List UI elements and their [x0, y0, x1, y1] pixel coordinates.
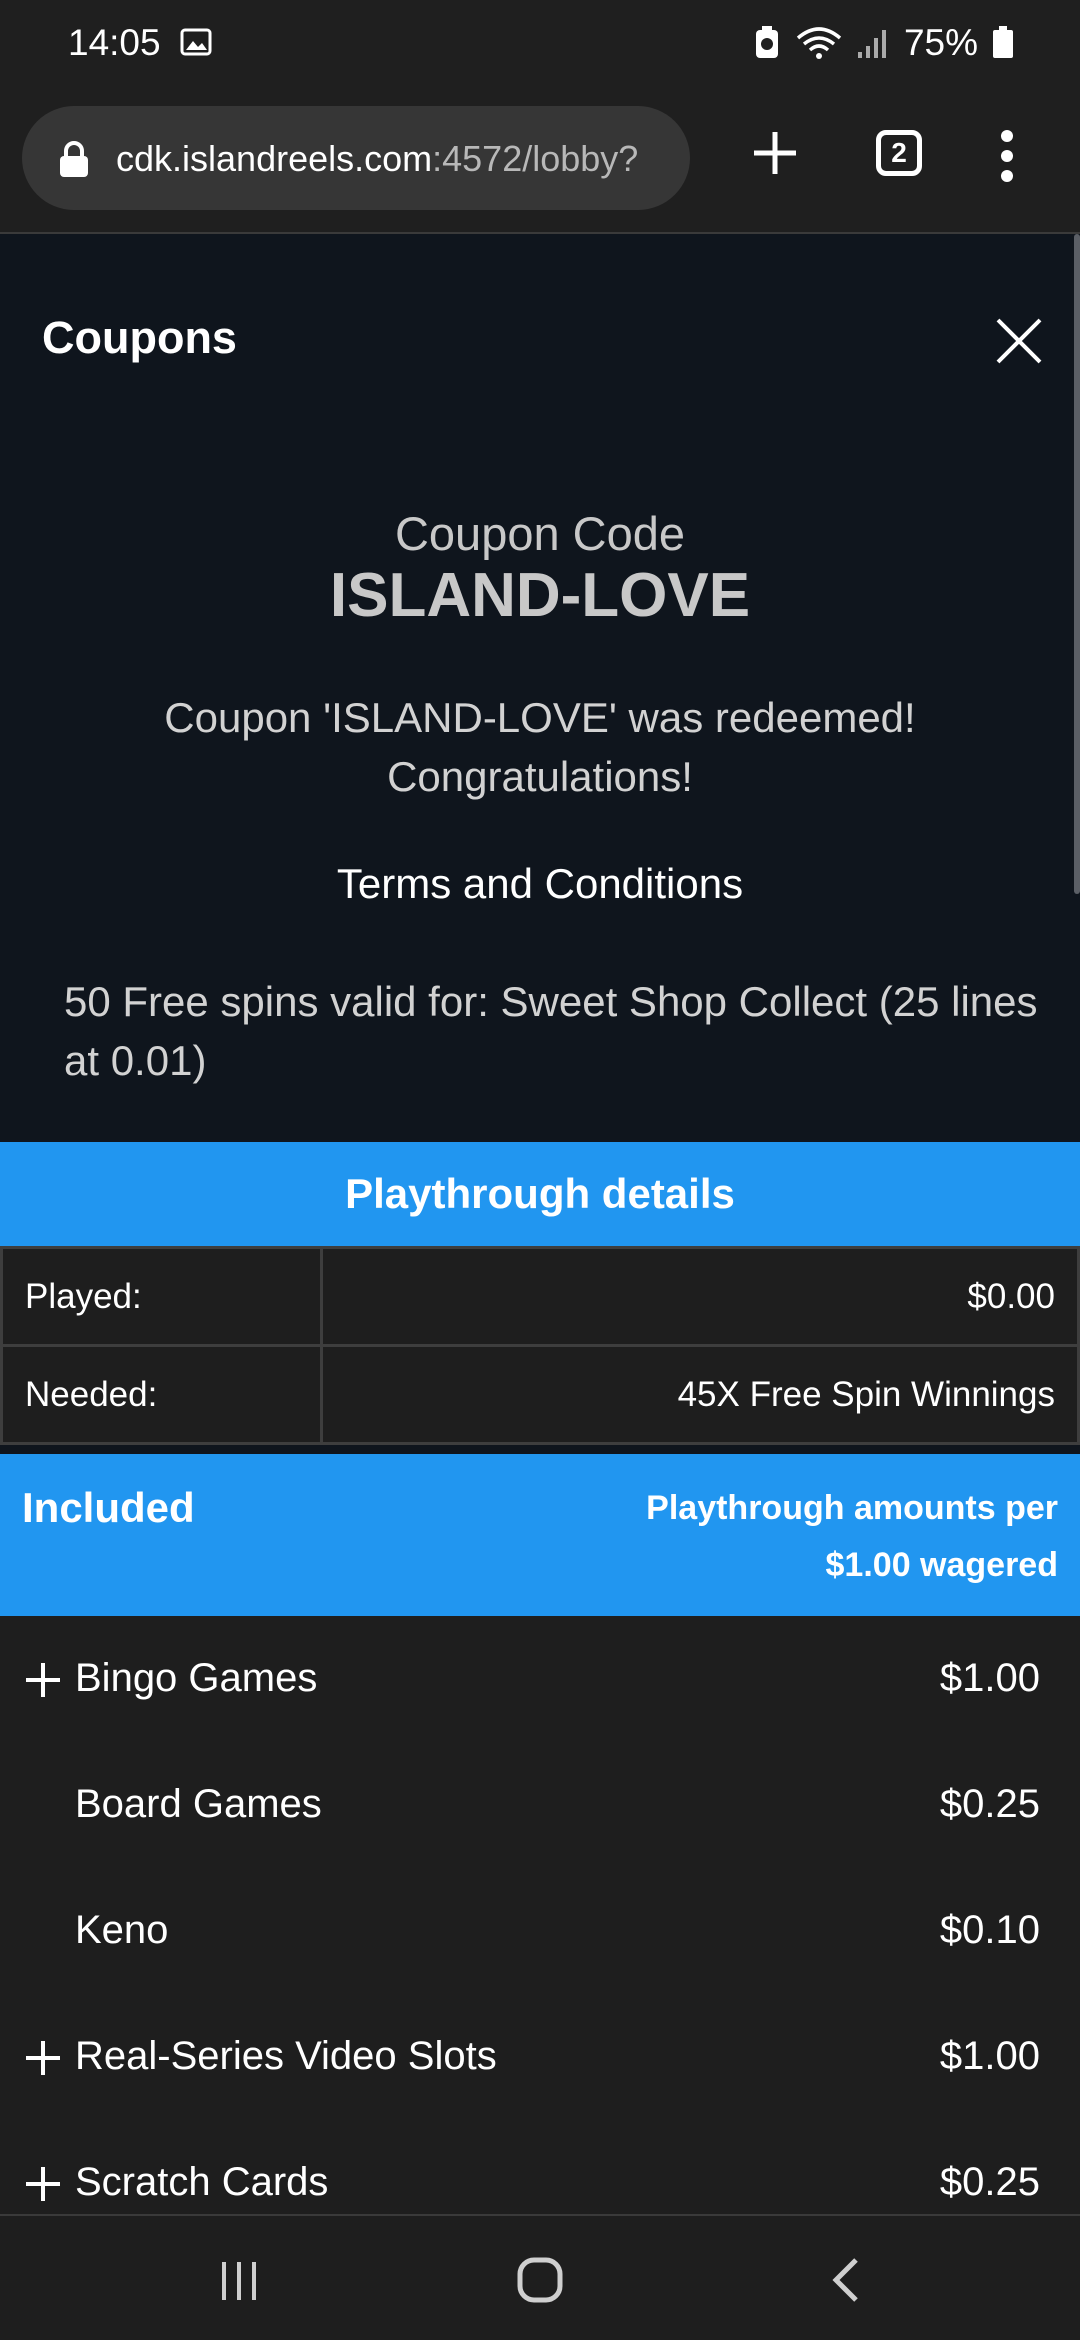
- home-icon[interactable]: [516, 2256, 564, 2304]
- redeem-message-line2: Congratulations!: [387, 753, 693, 800]
- browser-toolbar: cdk.islandreels.com:4572/lobby? 2: [0, 90, 1080, 234]
- signal-icon: [857, 30, 886, 58]
- coupons-modal: Coupons Coupon Code ISLAND-LOVE Coupon '…: [0, 234, 1080, 2214]
- game-name: Bingo Games: [75, 1656, 318, 1700]
- playthrough-amounts-line2: $1.00 wagered: [825, 1546, 1058, 1584]
- url-text[interactable]: cdk.islandreels.com:4572/lobby?: [116, 138, 638, 180]
- played-label: Played:: [0, 1246, 323, 1347]
- game-amount: $0.25: [939, 2160, 1040, 2204]
- new-tab-button[interactable]: [746, 124, 804, 182]
- more-menu-icon[interactable]: [990, 126, 1024, 186]
- wifi-icon: [796, 27, 842, 59]
- close-icon[interactable]: [992, 314, 1046, 368]
- table-row: Needed: 45X Free Spin Winnings: [0, 1344, 1080, 1445]
- gallery-notification-icon: [180, 28, 212, 56]
- included-title: Included: [22, 1484, 195, 1531]
- game-row-bingo-games[interactable]: Bingo Games $1.00: [0, 1616, 1080, 1742]
- game-row-keno: Keno $0.10: [0, 1868, 1080, 1994]
- status-right: 75%: [752, 22, 1014, 64]
- terms-and-conditions-heading: Terms and Conditions: [336, 860, 744, 907]
- game-amount: $1.00: [939, 2034, 1040, 2078]
- game-amount: $0.25: [939, 1782, 1040, 1826]
- included-games-list: Bingo Games $1.00 Board Games $0.25 Keno…: [0, 1616, 1080, 2214]
- redeem-message: Coupon 'ISLAND-LOVE' was redeemed! Congr…: [100, 688, 980, 806]
- status-bar: 14:05 75%: [0, 0, 1080, 90]
- game-row-scratch-cards[interactable]: Scratch Cards $0.25: [0, 2120, 1080, 2214]
- expand-plus-icon[interactable]: [24, 2039, 62, 2077]
- redeem-message-line1: Coupon 'ISLAND-LOVE' was redeemed!: [164, 694, 916, 741]
- needed-value: 45X Free Spin Winnings: [319, 1344, 1080, 1445]
- game-name: Scratch Cards: [75, 2160, 329, 2204]
- playthrough-table: Played: $0.00 Needed: 45X Free Spin Winn…: [0, 1246, 1080, 1445]
- battery-percent: 75%: [903, 22, 978, 63]
- game-amount: $0.10: [939, 1908, 1040, 1952]
- battery-saver-icon: [755, 26, 778, 58]
- expand-plus-icon[interactable]: [24, 2165, 62, 2203]
- coupon-code-label: Coupon Code: [394, 507, 686, 560]
- address-bar[interactable]: cdk.islandreels.com:4572/lobby?: [22, 106, 690, 210]
- status-time: 14:05: [68, 22, 161, 63]
- back-icon[interactable]: [828, 2256, 862, 2304]
- url-host: cdk.islandreels.com: [116, 138, 433, 179]
- playthrough-amounts-label: Playthrough amounts per $1.00 wagered: [646, 1480, 1058, 1594]
- playthrough-details-header: Playthrough details: [0, 1142, 1080, 1246]
- played-value: $0.00: [319, 1246, 1080, 1347]
- tab-switcher-button[interactable]: 2: [876, 130, 922, 176]
- game-name: Keno: [75, 1908, 169, 1952]
- terms-text: 50 Free spins valid for: Sweet Shop Coll…: [64, 978, 1038, 1084]
- game-name: Real-Series Video Slots: [75, 2034, 497, 2078]
- expand-plus-icon[interactable]: [24, 1661, 62, 1699]
- table-row: Played: $0.00: [0, 1246, 1080, 1347]
- included-header: Included Playthrough amounts per $1.00 w…: [0, 1454, 1080, 1616]
- lock-icon: [60, 141, 88, 177]
- game-row-board-games: Board Games $0.25: [0, 1742, 1080, 1868]
- game-row-real-series-video-slots[interactable]: Real-Series Video Slots $1.00: [0, 1994, 1080, 2120]
- playthrough-amounts-line1: Playthrough amounts per: [646, 1489, 1058, 1527]
- battery-icon: [993, 26, 1013, 58]
- system-nav-bar: [0, 2214, 1080, 2340]
- game-amount: $1.00: [939, 1656, 1040, 1700]
- coupon-code: ISLAND-LOVE: [329, 561, 751, 630]
- recent-apps-icon[interactable]: [218, 2260, 260, 2302]
- needed-label: Needed:: [0, 1344, 323, 1445]
- game-name: Board Games: [75, 1782, 322, 1826]
- url-path: :4572/lobby?: [432, 138, 639, 179]
- modal-title: Coupons: [42, 312, 237, 363]
